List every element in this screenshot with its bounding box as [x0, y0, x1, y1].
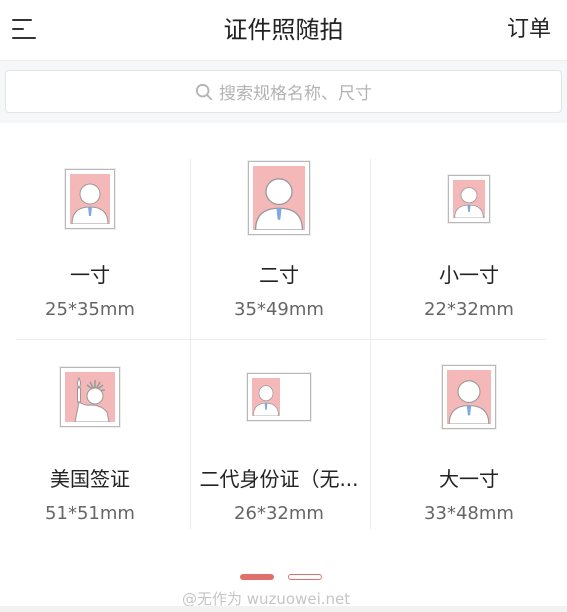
spec-grid: 一寸 25*35mm 二寸 35*49mm 小一寸 22*32mm 美国签证 5…	[0, 123, 567, 563]
spec-item-one-inch[interactable]: 一寸 25*35mm	[1, 161, 179, 365]
page-dot-active[interactable]	[240, 574, 274, 580]
spec-name: 小一寸	[439, 263, 499, 287]
search-placeholder: 搜索规格名称、尺寸	[219, 84, 372, 104]
portrait-icon	[248, 161, 310, 235]
spec-name: 大一寸	[439, 467, 499, 491]
orders-button[interactable]: 订单	[507, 0, 551, 60]
portrait-icon	[442, 365, 496, 429]
portrait-icon	[448, 175, 490, 223]
spec-size: 25*35mm	[45, 299, 135, 320]
page-dot[interactable]	[288, 574, 322, 580]
search-bar-container: 搜索规格名称、尺寸	[0, 61, 567, 123]
spec-size: 51*51mm	[45, 503, 135, 524]
spec-item-id-card[interactable]: 二代身份证（无... 26*32mm	[190, 365, 368, 569]
search-icon	[195, 83, 213, 100]
search-input[interactable]: 搜索规格名称、尺寸	[5, 70, 562, 113]
spec-item-two-inch[interactable]: 二寸 35*49mm	[190, 161, 368, 365]
app-header: 证件照随拍 订单	[0, 0, 567, 61]
spec-item-us-visa[interactable]: 美国签证 51*51mm	[1, 365, 179, 569]
statue-of-liberty-icon	[60, 367, 120, 427]
spec-size: 22*32mm	[424, 299, 514, 320]
spec-name: 美国签证	[50, 467, 130, 491]
spec-size: 26*32mm	[234, 503, 324, 524]
spec-name: 二代身份证（无...	[199, 467, 359, 491]
spec-item-small-one-inch[interactable]: 小一寸 22*32mm	[380, 161, 558, 365]
spec-name: 二寸	[259, 263, 299, 287]
portrait-icon	[247, 373, 311, 421]
page-indicator	[0, 574, 567, 582]
spec-size: 33*48mm	[424, 503, 514, 524]
page-title: 证件照随拍	[223, 16, 344, 44]
spec-item-large-one-inch[interactable]: 大一寸 33*48mm	[380, 365, 558, 569]
portrait-icon	[65, 169, 115, 229]
spec-name: 一寸	[70, 263, 110, 287]
bottom-divider	[0, 606, 567, 612]
spec-size: 35*49mm	[234, 299, 324, 320]
